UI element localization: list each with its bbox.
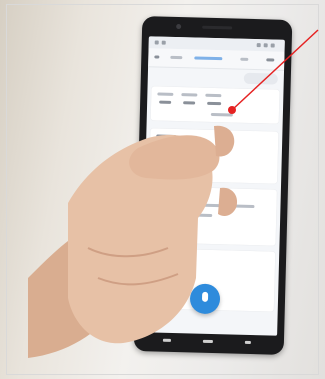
annotation-overlay — [228, 29, 319, 114]
photo-scene — [0, 0, 325, 379]
annotation-dot — [228, 106, 236, 114]
annotation-line — [231, 29, 319, 111]
